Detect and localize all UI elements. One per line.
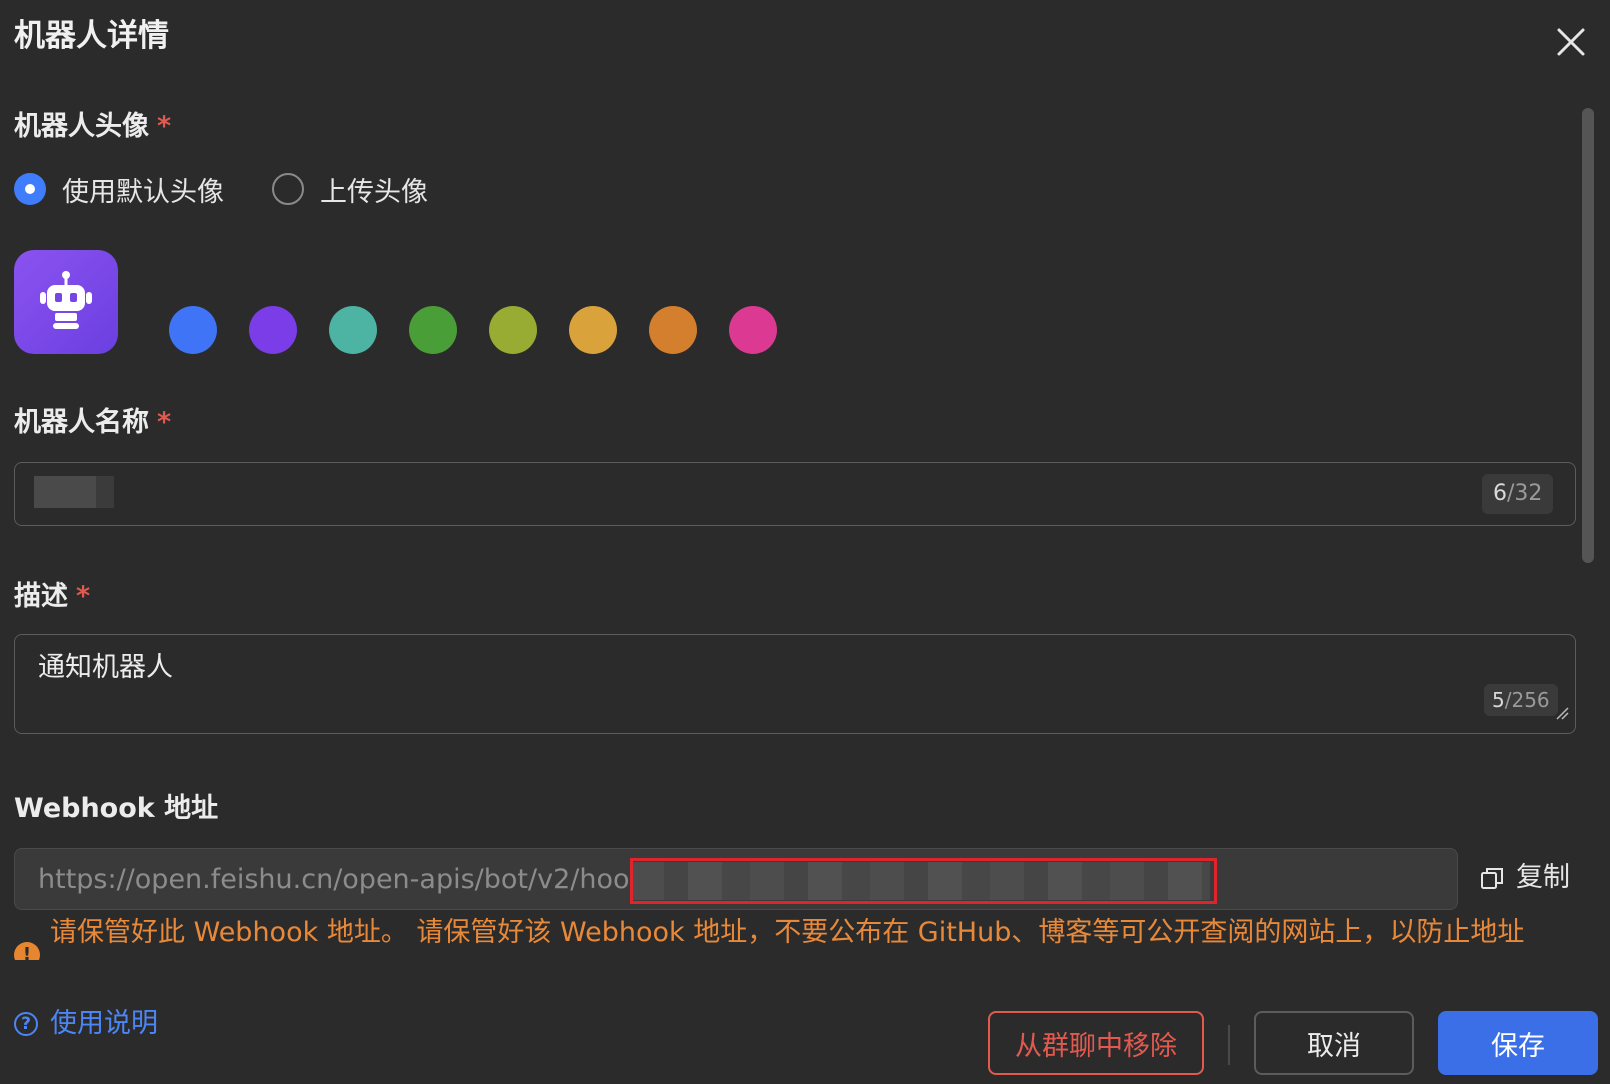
color-swatch-yellow[interactable] <box>569 306 617 354</box>
close-icon <box>1557 28 1585 56</box>
resize-grip-icon[interactable] <box>1555 706 1569 720</box>
cancel-button[interactable]: 取消 <box>1254 1011 1414 1075</box>
webhook-warning: ! 请保管好此 Webhook 地址。 请保管好该 Webhook 地址，不要公… <box>14 914 1594 960</box>
radio-unselected-icon <box>272 173 304 205</box>
webhook-label: Webhook 地址 <box>14 793 219 824</box>
color-swatch-orange[interactable] <box>649 306 697 354</box>
radio-default-avatar[interactable]: 使用默认头像 <box>14 170 224 209</box>
warning-text: 请保管好此 Webhook 地址。 请保管好该 Webhook 地址，不要公布在… <box>50 917 1525 948</box>
color-swatch-teal[interactable] <box>329 306 377 354</box>
name-char-counter: 6/32 <box>1482 474 1554 514</box>
color-swatch-olive[interactable] <box>489 306 537 354</box>
radio-label: 上传头像 <box>320 176 428 208</box>
description-textarea[interactable] <box>14 634 1576 734</box>
radio-selected-icon <box>14 173 46 205</box>
description-char-counter: 5/256 <box>1484 684 1558 716</box>
question-circle-icon: ? <box>14 1012 38 1036</box>
copy-icon <box>1481 868 1503 889</box>
name-value-redacted <box>34 476 114 508</box>
copy-label: 复制 <box>1516 862 1570 893</box>
description-value: 通知机器人 <box>38 652 173 683</box>
avatar-radio-group: 使用默认头像 上传头像 <box>14 167 476 211</box>
color-swatch-blue[interactable] <box>169 306 217 354</box>
dialog-title: 机器人详情 <box>14 18 169 54</box>
webhook-url-prefix: https://open.feishu.cn/open-apis/bot/v2/… <box>38 864 655 895</box>
avatar-label: 机器人头像 * <box>14 111 172 142</box>
robot-icon <box>40 271 92 329</box>
color-swatch-purple[interactable] <box>249 306 297 354</box>
radio-upload-avatar[interactable]: 上传头像 <box>272 170 428 209</box>
close-button[interactable] <box>1553 24 1589 60</box>
color-swatch-green[interactable] <box>409 306 457 354</box>
help-link[interactable]: ? 使用说明 <box>14 1006 158 1042</box>
help-label: 使用说明 <box>50 1008 158 1039</box>
name-label: 机器人名称 * <box>14 407 172 438</box>
color-swatch-pink[interactable] <box>729 306 777 354</box>
highlight-frame <box>630 858 1217 904</box>
warning-icon: ! <box>14 942 40 960</box>
description-label: 描述 * <box>14 581 91 612</box>
name-input[interactable] <box>14 462 1576 526</box>
bot-avatar <box>14 250 118 354</box>
scrollbar[interactable] <box>1582 108 1594 563</box>
radio-label: 使用默认头像 <box>62 176 224 208</box>
save-button[interactable]: 保存 <box>1438 1011 1598 1075</box>
copy-button[interactable]: 复制 <box>1480 860 1570 896</box>
footer-divider <box>1228 1025 1230 1065</box>
remove-from-group-button[interactable]: 从群聊中移除 <box>988 1011 1204 1075</box>
